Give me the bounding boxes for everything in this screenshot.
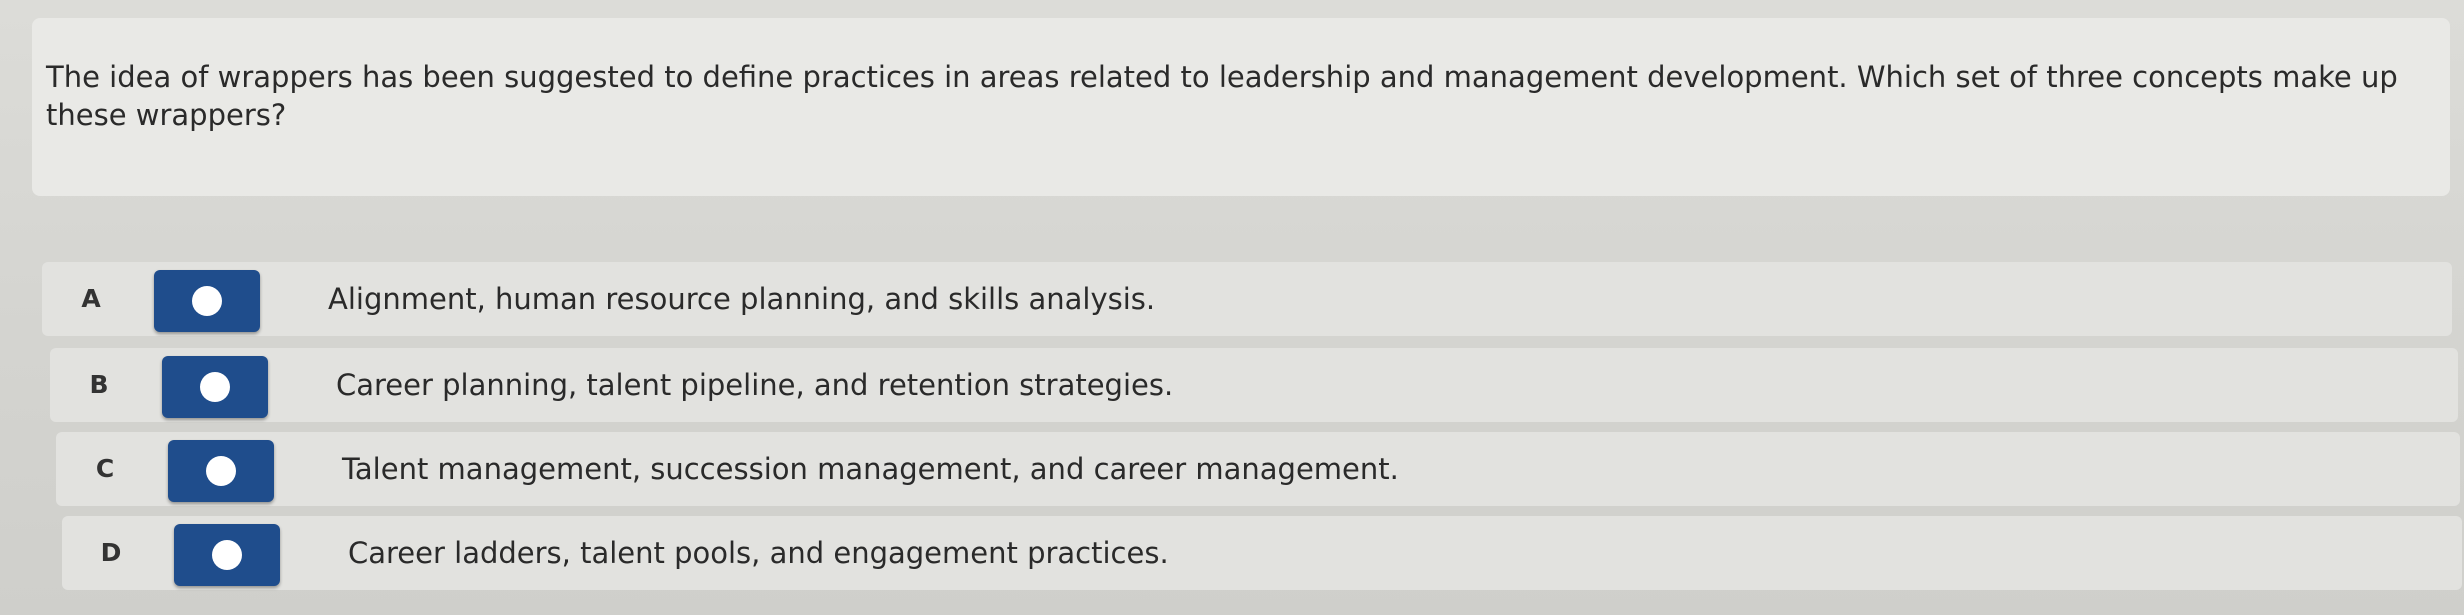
- option-b[interactable]: B Career planning, talent pipeline, and …: [50, 348, 2458, 422]
- question-card: The idea of wrappers has been suggested …: [32, 18, 2450, 196]
- option-c[interactable]: C Talent management, succession manageme…: [56, 432, 2460, 506]
- option-text: Career ladders, talent pools, and engage…: [348, 536, 1169, 570]
- option-a-radio-button[interactable]: [154, 270, 260, 332]
- option-text: Talent management, succession management…: [342, 452, 1399, 486]
- radio-dot-icon: [206, 456, 236, 486]
- option-c-radio-button[interactable]: [168, 440, 274, 502]
- option-letter: A: [81, 284, 101, 313]
- question-text: The idea of wrappers has been suggested …: [46, 60, 2398, 132]
- option-d[interactable]: D Career ladders, talent pools, and enga…: [62, 516, 2462, 590]
- option-d-radio-button[interactable]: [174, 524, 280, 586]
- option-letter: D: [100, 538, 122, 567]
- option-text: Career planning, talent pipeline, and re…: [336, 368, 1174, 402]
- option-letter: C: [95, 454, 115, 483]
- option-b-radio-button[interactable]: [162, 356, 268, 418]
- radio-dot-icon: [200, 372, 230, 402]
- quiz-screen: The idea of wrappers has been suggested …: [0, 0, 2464, 615]
- option-a[interactable]: A Alignment, human resource planning, an…: [42, 262, 2452, 336]
- radio-dot-icon: [212, 540, 242, 570]
- option-letter: B: [89, 370, 109, 399]
- radio-dot-icon: [192, 286, 222, 316]
- option-text: Alignment, human resource planning, and …: [328, 282, 1156, 316]
